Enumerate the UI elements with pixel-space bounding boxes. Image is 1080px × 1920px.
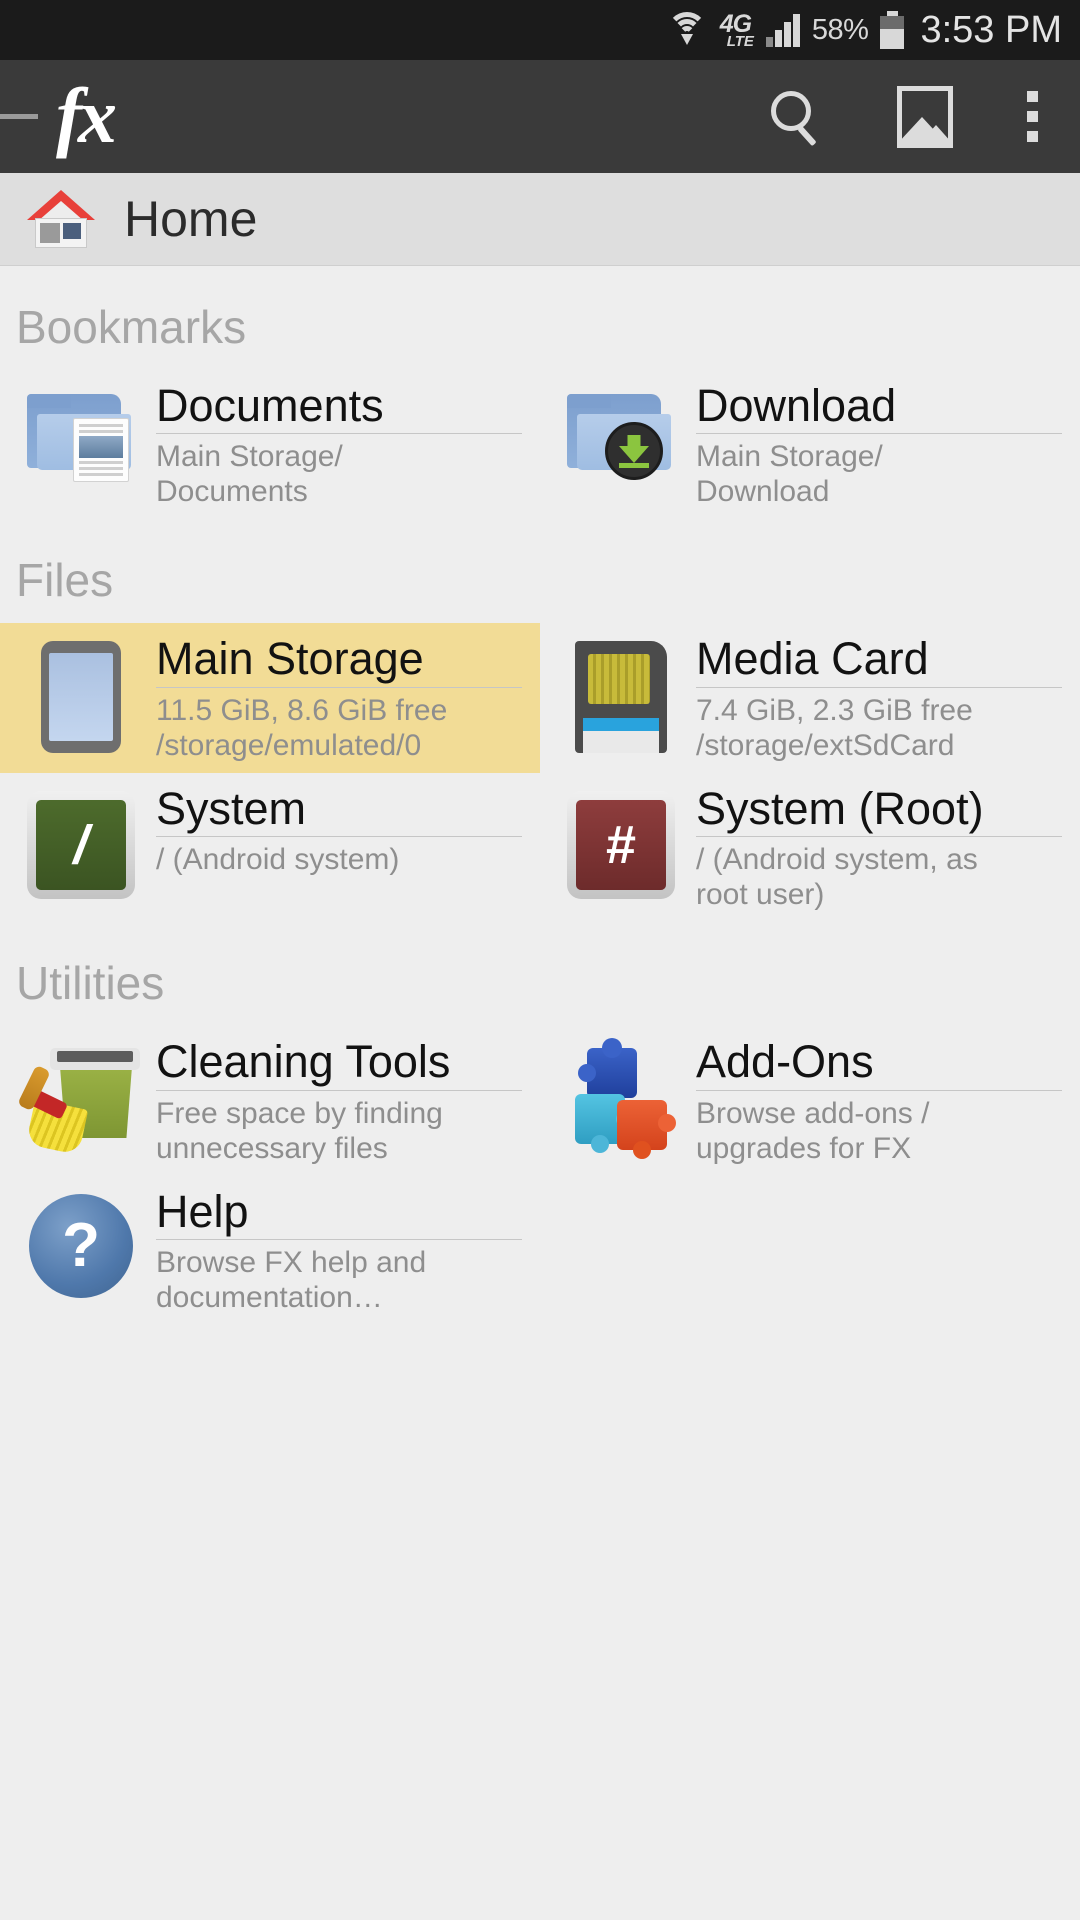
files-grid: Main Storage 11.5 GiB, 8.6 GiB free /sto… [0, 623, 1080, 922]
list-item-main-storage[interactable]: Main Storage 11.5 GiB, 8.6 GiB free /sto… [0, 623, 540, 773]
home-content: Bookmarks Documents Main Storage/ Docume… [0, 266, 1080, 1366]
list-item-media-card[interactable]: Media Card 7.4 GiB, 2.3 GiB free /storag… [540, 623, 1080, 772]
battery-percent-label: 58% [811, 13, 869, 46]
list-item-subtitle: Free space by finding unnecessary files [156, 1096, 443, 1165]
list-item-subtitle: Main Storage/ Documents [156, 440, 343, 509]
broom-bin-icon [17, 1036, 140, 1156]
list-item-subtitle: 7.4 GiB, 2.3 GiB free /storage/extSdCard [696, 693, 973, 762]
help-question-icon: ? [22, 1186, 140, 1298]
root-hash-glyph: # [576, 799, 666, 890]
folder-documents-icon [22, 380, 140, 482]
drawer-handle-icon[interactable] [0, 114, 38, 119]
list-item-subtitle: Browse FX help and documentation… [156, 1246, 427, 1315]
list-item-title: Download [696, 382, 1062, 435]
status-bar-clock: 3:53 PM [920, 8, 1062, 51]
list-item-title: System (Root) [696, 785, 1062, 838]
overflow-menu-icon[interactable] [1027, 91, 1038, 142]
app-logo[interactable]: fx [56, 77, 117, 155]
app-bar-actions [771, 85, 1080, 148]
list-item-documents[interactable]: Documents Main Storage/ Documents [0, 370, 540, 519]
status-bar: 4G LTE 58% 3:53 PM [0, 0, 1080, 60]
list-item-help[interactable]: ? Help Browse FX help and documentation… [0, 1176, 540, 1325]
list-item-subtitle: / (Android system, as root user) [696, 843, 978, 912]
breadcrumb[interactable]: Home [0, 173, 1080, 266]
section-header-utilities: Utilities [16, 957, 165, 1010]
image-icon[interactable] [897, 85, 953, 148]
wifi-icon [666, 12, 708, 48]
list-item-cleaning-tools[interactable]: Cleaning Tools Free space by finding unn… [0, 1026, 540, 1175]
help-question-glyph: ? [29, 1193, 133, 1298]
phone-storage-icon [22, 633, 140, 754]
network-type-indicator: 4G LTE [720, 11, 754, 50]
list-item-subtitle: Browse add-ons / upgrades for FX [696, 1096, 930, 1165]
list-item-subtitle: Main Storage/ Download [696, 440, 883, 509]
list-item-system[interactable]: / System / (Android system) [0, 773, 540, 922]
list-item-subtitle: / (Android system) [156, 843, 400, 877]
breadcrumb-label: Home [124, 191, 258, 247]
list-item-download[interactable]: Download Main Storage/ Download [540, 370, 1080, 519]
list-item-title: Cleaning Tools [156, 1038, 522, 1091]
root-hash-icon: # [562, 783, 680, 899]
list-item-title: Media Card [696, 635, 1062, 688]
list-item-system-root[interactable]: # System (Root) / (Android system, as ro… [540, 773, 1080, 922]
section-header-bookmarks: Bookmarks [16, 301, 247, 353]
list-item-add-ons[interactable]: Add-Ons Browse add-ons / upgrades for FX [540, 1026, 1080, 1175]
app-bar: fx [0, 60, 1080, 173]
sd-card-icon [562, 633, 680, 754]
search-icon[interactable] [771, 90, 823, 146]
battery-icon [880, 11, 905, 49]
root-slash-icon: / [22, 783, 140, 899]
list-item-title: Help [156, 1188, 522, 1240]
home-icon [24, 190, 98, 248]
bookmarks-grid: Documents Main Storage/ Documents Downlo… [0, 370, 1080, 519]
list-item-title: Main Storage [156, 635, 522, 688]
signal-bars-icon [765, 13, 800, 47]
list-item-title: Documents [156, 382, 522, 435]
utilities-grid: Cleaning Tools Free space by finding unn… [0, 1026, 1080, 1325]
puzzle-pieces-icon [562, 1036, 680, 1160]
folder-download-icon [562, 380, 680, 480]
network-type-secondary: LTE [726, 32, 754, 50]
list-item-subtitle: 11.5 GiB, 8.6 GiB free /storage/emulated… [156, 693, 448, 762]
root-slash-glyph: / [36, 799, 126, 890]
section-header-files: Files [16, 554, 114, 607]
list-item-title: System [156, 785, 522, 838]
list-item-title: Add-Ons [696, 1038, 1062, 1091]
